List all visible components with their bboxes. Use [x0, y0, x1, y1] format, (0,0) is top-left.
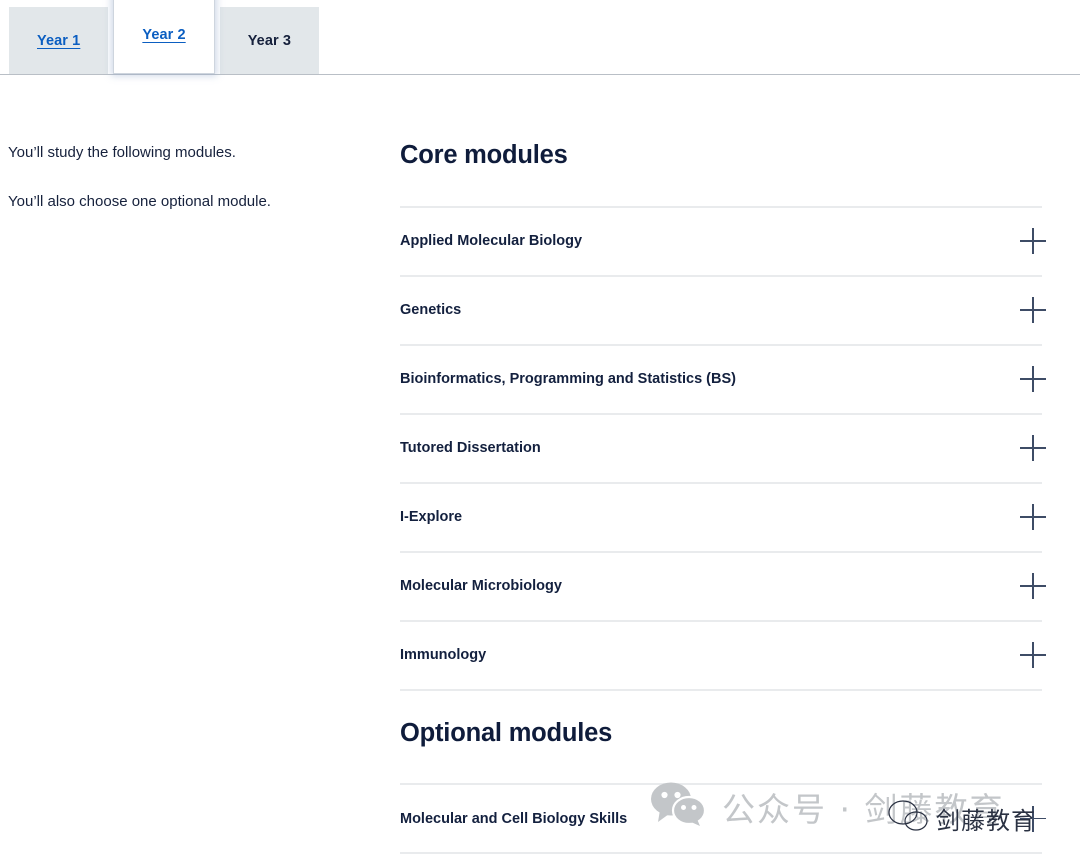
module-row[interactable]: I-Explore: [400, 484, 1042, 553]
core-modules-list: Applied Molecular Biology Genetics Bioin…: [400, 206, 1042, 691]
plus-icon[interactable]: [1020, 297, 1046, 323]
intro-line-2: You’ll also choose one optional module.: [8, 192, 400, 212]
year-tab-bar: Year 1 Year 2 Year 3: [0, 0, 1080, 79]
module-name: Genetics: [400, 302, 461, 318]
intro-column: You’ll study the following modules. You’…: [0, 143, 400, 854]
core-modules-heading: Core modules: [400, 143, 1042, 206]
intro-line-1: You’ll study the following modules.: [8, 143, 400, 163]
module-row[interactable]: Genetics: [400, 277, 1042, 346]
module-name: Bioinformatics, Programming and Statisti…: [400, 371, 736, 387]
plus-icon[interactable]: [1020, 504, 1046, 530]
module-name: Tutored Dissertation: [400, 440, 541, 456]
tab-year-1[interactable]: Year 1: [9, 7, 108, 74]
plus-icon[interactable]: [1020, 642, 1046, 668]
optional-modules-list: Molecular and Cell Biology Skills: [400, 783, 1042, 854]
tab-year-2[interactable]: Year 2: [113, 0, 214, 74]
module-row[interactable]: Tutored Dissertation: [400, 415, 1042, 484]
module-name: Molecular Microbiology: [400, 578, 562, 594]
tab-year-3[interactable]: Year 3: [220, 7, 319, 74]
module-row[interactable]: Immunology: [400, 622, 1042, 691]
optional-modules-heading: Optional modules: [400, 691, 1042, 784]
plus-icon[interactable]: [1020, 366, 1046, 392]
module-name: Immunology: [400, 647, 486, 663]
module-row[interactable]: Applied Molecular Biology: [400, 208, 1042, 277]
plus-icon[interactable]: [1020, 435, 1046, 461]
tab-year-1-label: Year 1: [37, 33, 80, 49]
tab-list: Year 1 Year 2 Year 3: [9, 0, 319, 74]
plus-icon[interactable]: [1020, 806, 1046, 832]
year-panel: You’ll study the following modules. You’…: [0, 79, 1080, 854]
module-name: I-Explore: [400, 509, 462, 525]
tab-year-2-label: Year 2: [142, 27, 185, 43]
tabbar-divider: [0, 74, 1080, 75]
plus-icon[interactable]: [1020, 573, 1046, 599]
modules-column: Core modules Applied Molecular Biology G…: [400, 143, 1080, 854]
module-name: Applied Molecular Biology: [400, 233, 582, 249]
plus-icon[interactable]: [1020, 228, 1046, 254]
module-row[interactable]: Molecular and Cell Biology Skills: [400, 785, 1042, 854]
module-row[interactable]: Bioinformatics, Programming and Statisti…: [400, 346, 1042, 415]
tab-year-3-label: Year 3: [248, 33, 291, 49]
module-row[interactable]: Molecular Microbiology: [400, 553, 1042, 622]
module-name: Molecular and Cell Biology Skills: [400, 811, 627, 827]
